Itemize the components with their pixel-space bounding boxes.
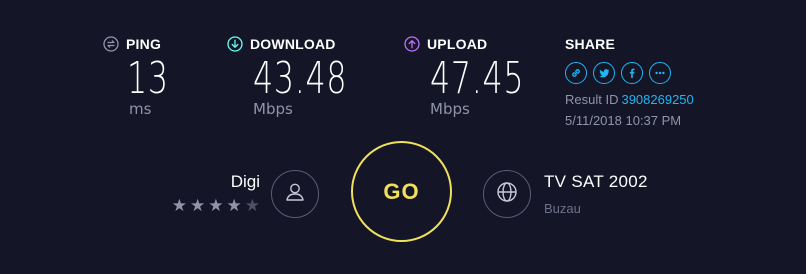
link-icon[interactable] (565, 62, 587, 84)
more-icon[interactable] (649, 62, 671, 84)
go-label: GO (383, 178, 420, 204)
server-location: Buzau (544, 201, 581, 216)
download-label: DOWNLOAD (250, 36, 336, 52)
twitter-icon[interactable] (593, 62, 615, 84)
star-icon[interactable]: ★ (172, 198, 187, 215)
ping-result: PING 13 ms (103, 36, 185, 118)
ping-header: PING (103, 36, 185, 52)
ping-icon (103, 36, 119, 52)
share-panel: SHARE Result ID 3908269250 5/11/2018 10:… (565, 36, 694, 128)
result-id-link[interactable]: 3908269250 (621, 92, 693, 107)
upload-value: 47.45 (430, 53, 525, 104)
download-result: DOWNLOAD 43.48 Mbps (227, 36, 384, 118)
go-button[interactable]: GO (351, 141, 452, 242)
isp-rating[interactable]: ★ ★ ★ ★ ★ (150, 198, 260, 215)
globe-icon-button[interactable] (483, 170, 531, 218)
server-info[interactable]: TV SAT 2002 Buzau (544, 172, 648, 216)
isp-info: Digi ★ ★ ★ ★ ★ (150, 172, 260, 215)
share-icons (565, 62, 694, 84)
user-icon (283, 180, 307, 208)
facebook-icon[interactable] (621, 62, 643, 84)
download-value: 43.48 (253, 53, 348, 104)
isp-name: Digi (230, 172, 260, 191)
star-icon[interactable]: ★ (227, 198, 242, 215)
result-id-label: Result ID (565, 92, 619, 107)
upload-label: UPLOAD (427, 36, 488, 52)
star-icon[interactable]: ★ (208, 198, 223, 215)
star-icon[interactable]: ★ (245, 198, 260, 215)
upload-header: UPLOAD (404, 36, 561, 52)
download-header: DOWNLOAD (227, 36, 384, 52)
globe-icon (495, 180, 519, 208)
download-arrow-icon (227, 36, 243, 52)
ping-value: 13 (127, 53, 169, 104)
ping-label: PING (126, 36, 162, 52)
upload-result: UPLOAD 47.45 Mbps (404, 36, 561, 118)
upload-arrow-icon (404, 36, 420, 52)
user-icon-button[interactable] (271, 170, 319, 218)
server-name: TV SAT 2002 (544, 172, 648, 191)
result-date: 5/11/2018 10:37 PM (565, 113, 682, 128)
result-id-line: Result ID 3908269250 (565, 92, 694, 107)
star-icon[interactable]: ★ (190, 198, 205, 215)
share-label: SHARE (565, 36, 616, 52)
